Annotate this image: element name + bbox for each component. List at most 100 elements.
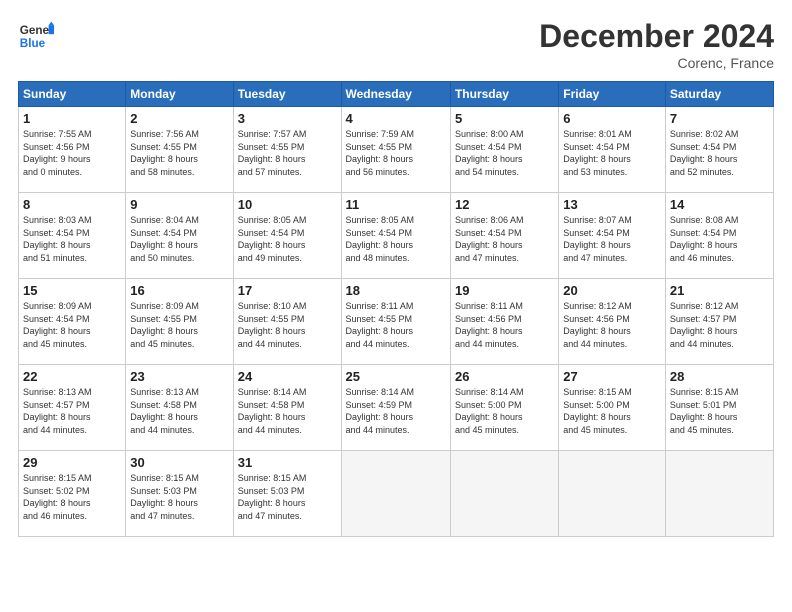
weekday-header-row: SundayMondayTuesdayWednesdayThursdayFrid… — [19, 82, 774, 107]
calendar-week-row: 8Sunrise: 8:03 AMSunset: 4:54 PMDaylight… — [19, 193, 774, 279]
calendar-cell — [665, 451, 773, 537]
day-number: 17 — [238, 283, 337, 298]
calendar-cell: 4 Sunrise: 7:59 AMSunset: 4:55 PMDaylight… — [341, 107, 450, 193]
day-info: Sunrise: 8:09 AMSunset: 4:54 PMDaylight:… — [23, 301, 92, 349]
weekday-header-cell: Tuesday — [233, 82, 341, 107]
day-number: 24 — [238, 369, 337, 384]
calendar-cell — [450, 451, 558, 537]
calendar-cell: 24Sunrise: 8:14 AMSunset: 4:58 PMDayligh… — [233, 365, 341, 451]
day-info: Sunrise: 8:12 AMSunset: 4:56 PMDaylight:… — [563, 301, 632, 349]
weekday-header-cell: Sunday — [19, 82, 126, 107]
logo-icon: General Blue — [18, 18, 54, 54]
day-info: Sunrise: 8:05 AMSunset: 4:54 PMDaylight:… — [238, 215, 307, 263]
day-info: Sunrise: 7:57 AMSunset: 4:55 PMDaylight:… — [238, 129, 307, 177]
location: Corenc, France — [539, 55, 774, 71]
calendar-cell — [559, 451, 666, 537]
calendar-cell: 30Sunrise: 8:15 AMSunset: 5:03 PMDayligh… — [126, 451, 233, 537]
calendar-cell: 25 Sunrise: 8:14 AMSunset: 4:59 PMDayligh… — [341, 365, 450, 451]
day-info: Sunrise: 7:59 AMSunset: 4:55 PMDaylight:… — [346, 129, 415, 177]
calendar-cell: 16 Sunrise: 8:09 AMSunset: 4:55 PMDayligh… — [126, 279, 233, 365]
day-info: Sunrise: 8:09 AMSunset: 4:55 PMDaylight:… — [130, 301, 199, 349]
calendar-cell: 19 Sunrise: 8:11 AMSunset: 4:56 PMDayligh… — [450, 279, 558, 365]
day-number: 9 — [130, 197, 228, 212]
calendar-cell: 11Sunrise: 8:05 AMSunset: 4:54 PMDayligh… — [341, 193, 450, 279]
day-number: 29 — [23, 455, 121, 470]
day-number: 10 — [238, 197, 337, 212]
calendar-cell: 9 Sunrise: 8:04 AMSunset: 4:54 PMDaylight… — [126, 193, 233, 279]
calendar-week-row: 1 Sunrise: 7:55 AMSunset: 4:56 PMDaylight… — [19, 107, 774, 193]
calendar-cell: 20 Sunrise: 8:12 AMSunset: 4:56 PMDayligh… — [559, 279, 666, 365]
calendar-cell: 5 Sunrise: 8:00 AMSunset: 4:54 PMDaylight… — [450, 107, 558, 193]
day-info: Sunrise: 8:12 AMSunset: 4:57 PMDaylight:… — [670, 301, 739, 349]
day-info: Sunrise: 7:56 AMSunset: 4:55 PMDaylight:… — [130, 129, 199, 177]
calendar-cell: 13Sunrise: 8:07 AMSunset: 4:54 PMDayligh… — [559, 193, 666, 279]
day-info: Sunrise: 7:55 AMSunset: 4:56 PMDaylight:… — [23, 129, 92, 177]
day-info: Sunrise: 8:08 AMSunset: 4:54 PMDaylight:… — [670, 215, 739, 263]
day-number: 27 — [563, 369, 661, 384]
calendar-cell: 10 Sunrise: 8:05 AMSunset: 4:54 PMDayligh… — [233, 193, 341, 279]
day-number: 22 — [23, 369, 121, 384]
calendar-body: 1 Sunrise: 7:55 AMSunset: 4:56 PMDaylight… — [19, 107, 774, 537]
calendar-cell: 3 Sunrise: 7:57 AMSunset: 4:55 PMDaylight… — [233, 107, 341, 193]
day-number: 12 — [455, 197, 554, 212]
day-number: 8 — [23, 197, 121, 212]
day-info: Sunrise: 8:14 AMSunset: 5:00 PMDaylight:… — [455, 387, 524, 435]
day-number: 16 — [130, 283, 228, 298]
title-section: December 2024 Corenc, France — [539, 18, 774, 71]
day-info: Sunrise: 8:11 AMSunset: 4:55 PMDaylight:… — [346, 301, 414, 349]
day-info: Sunrise: 8:02 AMSunset: 4:54 PMDaylight:… — [670, 129, 739, 177]
calendar-cell: 29 Sunrise: 8:15 AMSunset: 5:02 PMDayligh… — [19, 451, 126, 537]
day-number: 1 — [23, 111, 121, 126]
day-number: 26 — [455, 369, 554, 384]
calendar-cell: 26 Sunrise: 8:14 AMSunset: 5:00 PMDayligh… — [450, 365, 558, 451]
day-info: Sunrise: 8:07 AMSunset: 4:54 PMDaylight:… — [563, 215, 632, 263]
day-number: 31 — [238, 455, 337, 470]
calendar-cell: 21 Sunrise: 8:12 AMSunset: 4:57 PMDayligh… — [665, 279, 773, 365]
calendar-week-row: 22 Sunrise: 8:13 AMSunset: 4:57 PMDayligh… — [19, 365, 774, 451]
calendar-cell: 7Sunrise: 8:02 AMSunset: 4:54 PMDaylight… — [665, 107, 773, 193]
calendar-cell: 12 Sunrise: 8:06 AMSunset: 4:54 PMDayligh… — [450, 193, 558, 279]
day-number: 5 — [455, 111, 554, 126]
day-info: Sunrise: 8:14 AMSunset: 4:59 PMDaylight:… — [346, 387, 415, 435]
logo: General Blue — [18, 18, 58, 54]
calendar-cell: 14 Sunrise: 8:08 AMSunset: 4:54 PMDayligh… — [665, 193, 773, 279]
day-info: Sunrise: 8:15 AMSunset: 5:03 PMDaylight:… — [130, 473, 199, 521]
calendar-week-row: 15Sunrise: 8:09 AMSunset: 4:54 PMDayligh… — [19, 279, 774, 365]
day-info: Sunrise: 8:10 AMSunset: 4:55 PMDaylight:… — [238, 301, 307, 349]
day-number: 4 — [346, 111, 446, 126]
day-number: 2 — [130, 111, 228, 126]
calendar-page: General Blue December 2024 Corenc, Franc… — [0, 0, 792, 612]
calendar-cell: 31Sunrise: 8:15 AMSunset: 5:03 PMDayligh… — [233, 451, 341, 537]
calendar-week-row: 29 Sunrise: 8:15 AMSunset: 5:02 PMDayligh… — [19, 451, 774, 537]
weekday-header-cell: Monday — [126, 82, 233, 107]
calendar-cell: 15Sunrise: 8:09 AMSunset: 4:54 PMDayligh… — [19, 279, 126, 365]
day-info: Sunrise: 8:04 AMSunset: 4:54 PMDaylight:… — [130, 215, 199, 263]
weekday-header-cell: Wednesday — [341, 82, 450, 107]
day-info: Sunrise: 8:13 AMSunset: 4:57 PMDaylight:… — [23, 387, 92, 435]
day-info: Sunrise: 8:15 AMSunset: 5:00 PMDaylight:… — [563, 387, 632, 435]
day-number: 14 — [670, 197, 769, 212]
day-info: Sunrise: 8:15 AMSunset: 5:02 PMDaylight:… — [23, 473, 92, 521]
day-number: 21 — [670, 283, 769, 298]
calendar-cell: 23Sunrise: 8:13 AMSunset: 4:58 PMDayligh… — [126, 365, 233, 451]
calendar-cell: 8Sunrise: 8:03 AMSunset: 4:54 PMDaylight… — [19, 193, 126, 279]
day-number: 19 — [455, 283, 554, 298]
calendar-cell: 17 Sunrise: 8:10 AMSunset: 4:55 PMDayligh… — [233, 279, 341, 365]
day-number: 3 — [238, 111, 337, 126]
day-number: 6 — [563, 111, 661, 126]
calendar-cell — [341, 451, 450, 537]
calendar-cell: 18Sunrise: 8:11 AMSunset: 4:55 PMDayligh… — [341, 279, 450, 365]
day-number: 20 — [563, 283, 661, 298]
calendar-cell: 27 Sunrise: 8:15 AMSunset: 5:00 PMDayligh… — [559, 365, 666, 451]
header: General Blue December 2024 Corenc, Franc… — [18, 18, 774, 71]
day-info: Sunrise: 8:00 AMSunset: 4:54 PMDaylight:… — [455, 129, 524, 177]
day-info: Sunrise: 8:06 AMSunset: 4:54 PMDaylight:… — [455, 215, 524, 263]
day-number: 23 — [130, 369, 228, 384]
weekday-header-cell: Saturday — [665, 82, 773, 107]
day-info: Sunrise: 8:11 AMSunset: 4:56 PMDaylight:… — [455, 301, 523, 349]
calendar-cell: 22 Sunrise: 8:13 AMSunset: 4:57 PMDayligh… — [19, 365, 126, 451]
weekday-header-cell: Thursday — [450, 82, 558, 107]
calendar-cell: 2 Sunrise: 7:56 AMSunset: 4:55 PMDaylight… — [126, 107, 233, 193]
day-info: Sunrise: 8:01 AMSunset: 4:54 PMDaylight:… — [563, 129, 632, 177]
day-number: 25 — [346, 369, 446, 384]
